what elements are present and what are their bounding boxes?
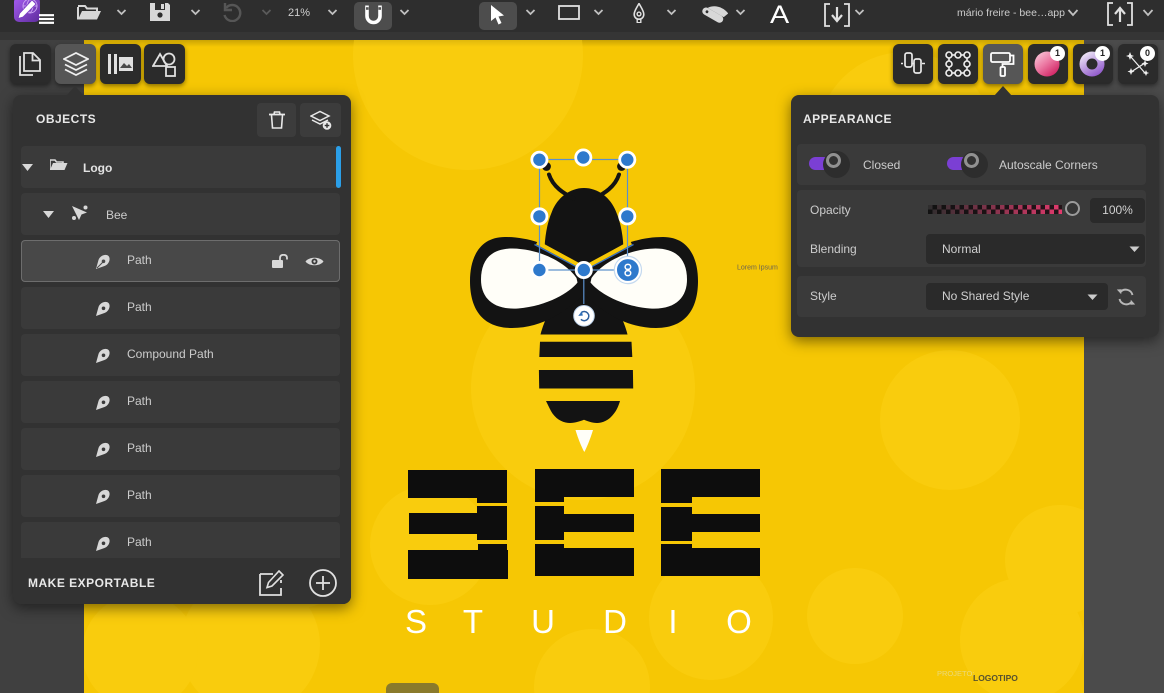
svg-text:D: D — [603, 603, 627, 640]
svg-text:S: S — [405, 603, 427, 640]
svg-text:PROJETO:: PROJETO: — [937, 669, 974, 678]
svg-text:I: I — [668, 603, 677, 640]
svg-text:T: T — [463, 603, 483, 640]
svg-text:U: U — [531, 603, 555, 640]
svg-text:O: O — [726, 603, 752, 640]
svg-text:LOGOTIPO: LOGOTIPO — [973, 673, 1018, 683]
svg-text:Lorem Ipsum: Lorem Ipsum — [737, 265, 778, 272]
